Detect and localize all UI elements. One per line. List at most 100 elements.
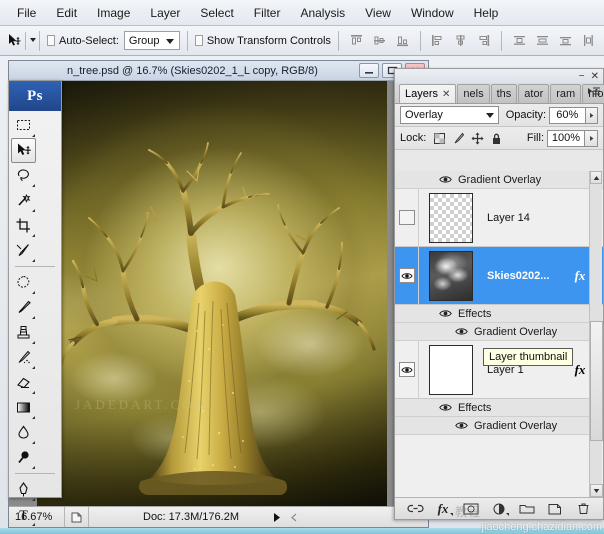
lock-image-pixels-icon[interactable] (451, 131, 465, 145)
clone-stamp-tool-icon[interactable] (11, 320, 36, 345)
fx-icon[interactable]: fx (569, 268, 591, 284)
canvas-area[interactable]: JADEDART.COM (9, 81, 428, 506)
visibility-eye-icon[interactable] (455, 421, 468, 430)
eraser-tool-icon[interactable] (11, 370, 36, 395)
close-icon[interactable]: ✕ (442, 89, 450, 100)
brush-tool-icon[interactable] (11, 295, 36, 320)
menu-item-layer[interactable]: Layer (141, 3, 189, 23)
tab-channels[interactable]: nels (457, 84, 489, 103)
tab-histogram[interactable]: ram (550, 84, 581, 103)
crop-tool-icon[interactable] (11, 213, 36, 238)
layer-thumbnail-cell[interactable] (419, 345, 483, 395)
type-tool-icon[interactable]: T (11, 502, 36, 527)
distribute-left-edges-icon[interactable] (578, 31, 599, 51)
layer-thumbnail-cell[interactable] (419, 193, 483, 243)
visibility-eye-icon[interactable] (455, 327, 468, 336)
table-row[interactable]: Skies0202... fx (395, 247, 603, 305)
align-right-edges-icon[interactable] (473, 31, 494, 51)
visibility-eye-icon[interactable] (399, 362, 415, 377)
fill-stepper[interactable] (585, 130, 598, 147)
lock-all-icon[interactable] (489, 131, 503, 145)
link-icon[interactable] (405, 500, 425, 518)
visibility-toggle-layer1[interactable] (395, 341, 419, 398)
menu-item-edit[interactable]: Edit (47, 3, 86, 23)
pen-tool-icon[interactable] (11, 477, 36, 502)
move-tool-icon[interactable] (5, 30, 23, 52)
list-item-effects-skies[interactable]: Effects (395, 305, 603, 323)
minimize-button[interactable] (359, 63, 379, 78)
tab-layers[interactable]: Layers ✕ (399, 84, 456, 103)
status-arrow-icon[interactable] (268, 512, 286, 523)
menu-item-filter[interactable]: Filter (245, 3, 290, 23)
document-title-bar[interactable]: n_tree.psd @ 16.7% (Skies0202_1_L copy, … (9, 61, 428, 81)
layers-scrollbar[interactable] (589, 171, 602, 497)
layer-list[interactable]: Gradient Overlay Layer 14 (395, 171, 603, 497)
scroll-left-icon[interactable] (286, 512, 304, 523)
align-horizontal-centers-icon[interactable] (450, 31, 471, 51)
healing-brush-tool-icon[interactable] (11, 270, 36, 295)
opacity-value[interactable]: 60% (549, 107, 585, 124)
auto-select-dropdown[interactable]: Group (124, 31, 180, 50)
adjustment-icon[interactable] (489, 500, 509, 518)
move-tool-icon[interactable] (11, 138, 36, 163)
distribute-top-edges-icon[interactable] (509, 31, 530, 51)
visibility-eye-icon[interactable] (439, 175, 452, 184)
trash-icon[interactable] (573, 500, 593, 518)
menu-item-help[interactable]: Help (465, 3, 508, 23)
list-item-gradient-overlay-top[interactable]: Gradient Overlay (395, 171, 603, 189)
lock-position-icon[interactable] (470, 131, 484, 145)
menu-item-image[interactable]: Image (88, 3, 139, 23)
show-transform-controls-checkbox[interactable] (195, 35, 203, 46)
distribute-vertical-centers-icon[interactable] (532, 31, 553, 51)
blur-tool-icon[interactable] (11, 420, 36, 445)
blend-mode-dropdown[interactable]: Overlay (400, 106, 499, 124)
history-brush-tool-icon[interactable] (11, 345, 36, 370)
panel-menu-icon[interactable] (587, 85, 601, 97)
slice-tool-icon[interactable] (11, 238, 36, 263)
document-size-icon[interactable] (65, 507, 89, 527)
list-item-gradient-overlay-skies[interactable]: Gradient Overlay (395, 323, 603, 341)
visibility-eye-icon[interactable] (399, 268, 415, 283)
distribute-bottom-edges-icon[interactable] (555, 31, 576, 51)
align-top-edges-icon[interactable] (346, 31, 367, 51)
menu-item-view[interactable]: View (356, 3, 400, 23)
panel-close-icon[interactable]: ✕ (591, 71, 599, 82)
list-item-effects-layer1[interactable]: Effects (395, 399, 603, 417)
folder-icon[interactable] (517, 500, 537, 518)
list-item-gradient-overlay-layer1[interactable]: Gradient Overlay (395, 417, 603, 435)
dodge-tool-icon[interactable] (11, 445, 36, 470)
fx-icon[interactable]: fx (433, 500, 453, 518)
panel-minimize-icon[interactable]: − (579, 71, 585, 82)
lock-transparent-pixels-icon[interactable] (432, 131, 446, 145)
rectangular-marquee-tool-icon[interactable] (11, 113, 36, 138)
clouds-thumbnail[interactable] (429, 251, 473, 301)
white-thumbnail[interactable] (429, 345, 473, 395)
visibility-toggle-layer14[interactable] (395, 189, 419, 246)
menu-item-window[interactable]: Window (402, 3, 463, 23)
document-canvas[interactable]: JADEDART.COM (37, 81, 387, 506)
scrollbar-thumb[interactable] (590, 321, 603, 441)
visibility-toggle-skies[interactable] (395, 247, 419, 304)
align-vertical-centers-icon[interactable] (369, 31, 390, 51)
layer-name[interactable]: Layer 14 (483, 212, 569, 224)
magic-wand-tool-icon[interactable] (11, 188, 36, 213)
menu-item-file[interactable]: File (8, 3, 45, 23)
menu-item-select[interactable]: Select (191, 3, 242, 23)
align-bottom-edges-icon[interactable] (392, 31, 413, 51)
layer-thumbnail-cell[interactable] (419, 251, 483, 301)
scroll-down-arrow[interactable] (590, 484, 603, 497)
visibility-eye-icon[interactable] (439, 309, 452, 318)
scroll-up-arrow[interactable] (590, 171, 602, 184)
opacity-stepper[interactable] (586, 107, 598, 124)
lasso-tool-icon[interactable] (11, 163, 36, 188)
auto-select-checkbox[interactable] (47, 35, 55, 46)
tab-paths[interactable]: ths (491, 84, 518, 103)
visibility-eye-icon[interactable] (399, 210, 415, 225)
align-left-edges-icon[interactable] (427, 31, 448, 51)
gradient-tool-icon[interactable] (11, 395, 36, 420)
options-tool-caret[interactable] (25, 32, 26, 50)
tab-navigator[interactable]: ator (518, 84, 549, 103)
visibility-eye-icon[interactable] (439, 403, 452, 412)
new-layer-icon[interactable] (545, 500, 565, 518)
table-row[interactable]: Layer 14 (395, 189, 603, 247)
